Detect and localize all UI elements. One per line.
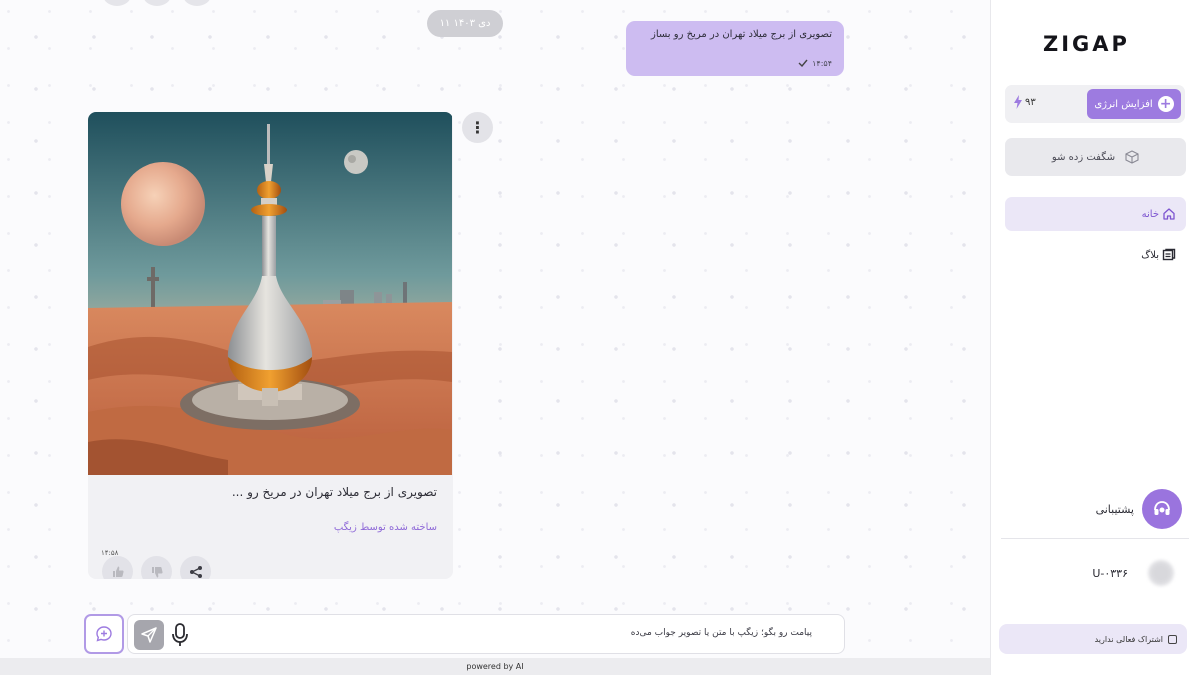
user-message-bubble: تصویری از برج میلاد تهران در مریخ رو بسا… <box>626 21 844 76</box>
sidebar: ZIGAP + افزایش انرژی ۹۳ شگفت زده شو خانه <box>990 0 1200 675</box>
share-button[interactable] <box>183 0 211 6</box>
energy-counter: ۹۳ <box>1013 95 1036 109</box>
more-options-button[interactable]: ⋮ <box>462 112 493 143</box>
lightning-icon <box>1014 95 1022 109</box>
support-label: پشتیبانی <box>1095 502 1134 516</box>
like-button[interactable] <box>102 556 133 579</box>
share-button[interactable] <box>180 556 211 579</box>
user-message-meta: ۱۴:۵۴ <box>798 59 832 68</box>
sidebar-item-label: خانه <box>1141 208 1159 220</box>
blog-icon <box>1162 248 1176 261</box>
bot-message-caption: تصویری از برج میلاد تهران در مریخ رو ... <box>231 485 437 499</box>
avatar <box>1148 560 1174 586</box>
powered-by-footer: powered by AI <box>0 658 990 675</box>
previous-message-actions <box>103 0 211 6</box>
subscription-label: اشتراک فعالی ندارید <box>1094 634 1163 644</box>
dislike-button[interactable] <box>143 0 171 6</box>
microphone-icon[interactable] <box>171 622 189 648</box>
made-by-label: ساخته شده توسط زیگپ <box>333 522 437 533</box>
user-message-text: تصویری از برج میلاد تهران در مریخ رو بسا… <box>650 29 832 40</box>
energy-panel: + افزایش انرژی ۹۳ <box>1005 85 1185 123</box>
like-button[interactable] <box>103 0 131 6</box>
share-icon <box>189 565 202 578</box>
increase-energy-button[interactable]: + افزایش انرژی <box>1087 89 1181 119</box>
energy-count-value: ۹۳ <box>1025 96 1036 108</box>
message-actions <box>102 556 211 579</box>
sidebar-item-blog[interactable]: بلاگ <box>1005 240 1186 270</box>
app-logo[interactable]: ZIGAP <box>1043 32 1130 56</box>
send-button[interactable] <box>134 620 164 650</box>
generated-image[interactable] <box>88 112 452 475</box>
chat-area: ۱۱ دی ۱۴۰۳ تصویری از برج میلاد تهران در … <box>0 0 990 675</box>
subscription-status[interactable]: اشتراک فعالی ندارید <box>999 624 1187 654</box>
user-message-time: ۱۴:۵۴ <box>812 59 832 68</box>
home-icon <box>1163 208 1175 220</box>
sidebar-item-home[interactable]: خانه <box>1005 197 1186 231</box>
box-icon <box>1125 150 1139 164</box>
add-chat-icon <box>96 626 112 642</box>
check-icon <box>798 59 808 67</box>
sidebar-item-label: بلاگ <box>1141 249 1159 261</box>
message-composer: پیامت رو بگو؛ زیگپ با متن یا تصویر جواب … <box>127 614 845 654</box>
thumbs-down-icon <box>151 566 163 577</box>
increase-energy-label: افزایش انرژی <box>1094 98 1153 110</box>
support-button[interactable]: پشتیبانی <box>1005 487 1186 531</box>
new-chat-button[interactable] <box>84 614 124 654</box>
bot-message-card: تصویری از برج میلاد تهران در مریخ رو ...… <box>88 112 453 579</box>
plus-icon: + <box>1157 96 1174 112</box>
headset-icon <box>1154 501 1170 515</box>
surprise-me-label: شگفت زده شو <box>1051 151 1116 163</box>
dislike-button[interactable] <box>141 556 172 579</box>
subscription-icon <box>1168 634 1177 644</box>
surprise-me-button[interactable]: شگفت زده شو <box>1005 138 1186 176</box>
message-input[interactable]: پیامت رو بگو؛ زیگپ با متن یا تصویر جواب … <box>631 628 812 638</box>
user-profile[interactable]: U-۰۳۳۶ <box>1005 555 1186 591</box>
send-icon <box>141 627 157 643</box>
support-avatar <box>1142 489 1182 529</box>
sidebar-divider <box>1001 538 1189 539</box>
date-separator: ۱۱ دی ۱۴۰۳ <box>427 10 503 37</box>
user-id: U-۰۳۳۶ <box>1092 566 1128 580</box>
thumbs-up-icon <box>112 566 124 577</box>
